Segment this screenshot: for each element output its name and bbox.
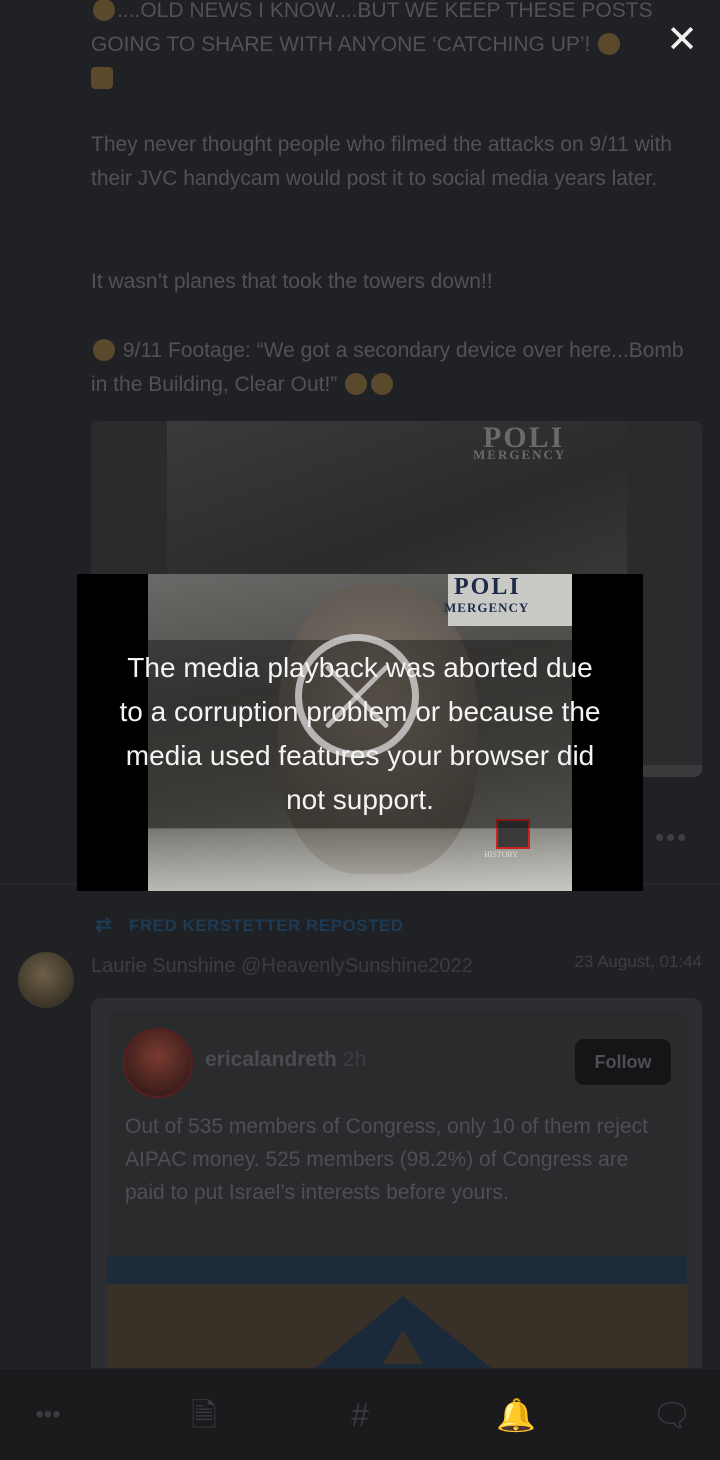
post-date: 23 August, 01:44 [574, 952, 702, 971]
avatar[interactable] [18, 952, 74, 1008]
embedded-username: ericalandreth 2h [205, 1048, 366, 1072]
author-name: Laurie Sunshine [91, 955, 236, 977]
author[interactable]: Laurie Sunshine @HeavenlySunshine2022 [91, 955, 473, 978]
repost-banner[interactable]: ⇄ FRED KERSTETTER REPOSTED [95, 912, 404, 937]
video-player[interactable]: POLI MERGENCY HISTORY The media playback… [77, 574, 643, 891]
repost-label: FRED KERSTETTER REPOSTED [129, 916, 404, 935]
embedded-text: Out of 535 members of Congress, only 10 … [125, 1115, 648, 1204]
post-paragraph-2: It wasn’t planes that took the towers do… [91, 270, 493, 293]
author-handle: @HeavenlySunshine2022 [241, 955, 473, 977]
hashtag-icon[interactable]: # [338, 1395, 382, 1435]
follow-button[interactable]: Follow [575, 1039, 671, 1085]
thumbs-up-icon [91, 67, 113, 89]
embedded-time: 2h [342, 1048, 367, 1071]
video-frame-sign-sub: MERGENCY [444, 600, 530, 615]
post-line-2: GOING TO SHARE WITH ANYONE ‘CATCHING UP’… [91, 33, 591, 56]
emoji-icon [598, 33, 621, 55]
emoji-icon [371, 373, 394, 395]
embedded-post: ericalandreth 2h Follow Out of 535 member… [107, 1010, 687, 1398]
emoji-icon [93, 0, 115, 21]
emoji-icon [345, 373, 368, 395]
flag-band [107, 1256, 687, 1284]
embedded-username-text: ericalandreth [205, 1048, 337, 1071]
embedded-avatar [123, 1028, 193, 1098]
repost-icon: ⇄ [95, 914, 113, 936]
more-icon[interactable]: ••• [26, 1395, 70, 1435]
bell-icon[interactable]: 🔔 [494, 1395, 538, 1435]
star-of-david-inner [383, 1330, 423, 1364]
playback-error-message: The media playback was aborted due to a … [119, 652, 601, 815]
post-paragraph-3: 9/11 Footage: “We got a secondary device… [91, 334, 701, 402]
bomb-icon [93, 339, 115, 361]
channel-watermark: HISTORY [484, 850, 519, 859]
embedded-image[interactable]: ericalandreth 2h Follow Out of 535 member… [91, 998, 702, 1398]
video-frame-sign-main: POLI [454, 574, 521, 600]
more-dots-icon[interactable]: ••• [655, 822, 688, 853]
post-text-top: ....OLD NEWS I KNOW....BUT WE KEEP THESE… [91, 0, 701, 96]
post-paragraph-1: They never thought people who filmed the… [91, 133, 678, 190]
chat-icon[interactable]: 🗨 [650, 1395, 694, 1435]
bottom-nav: ••• 🗎 # 🔔 🗨 [0, 1368, 720, 1460]
close-icon[interactable]: ✕ [664, 21, 700, 59]
video-thumbnail-sign-sub: MERGENCY [473, 447, 567, 462]
document-icon[interactable]: 🗎 [182, 1395, 226, 1435]
post-line-1: ....OLD NEWS I KNOW....BUT WE KEEP THESE… [117, 0, 653, 22]
